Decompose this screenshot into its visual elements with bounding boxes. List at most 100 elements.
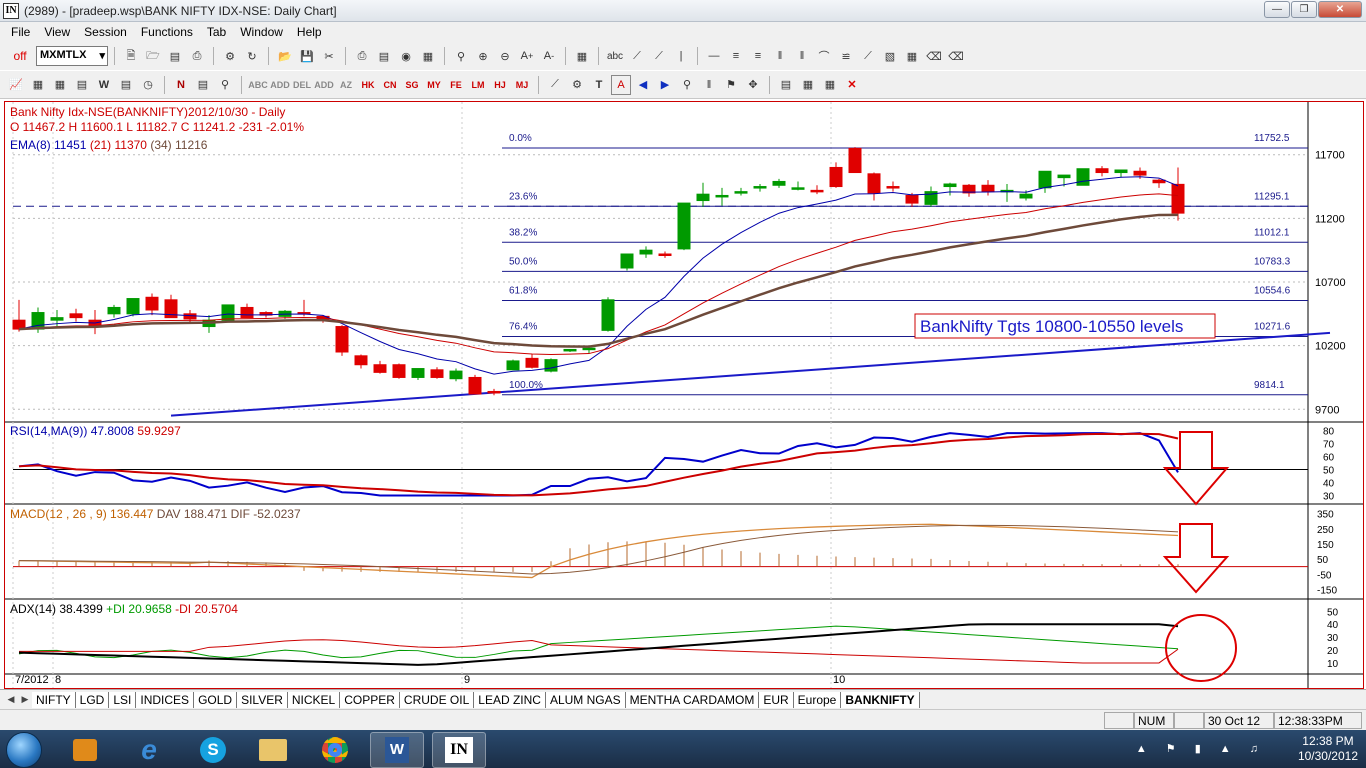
line-chart-icon[interactable]: ⟋ [545,75,565,95]
tab-letter-mj[interactable]: MJ [512,80,532,90]
trend-line-icon[interactable]: ⟋ [858,46,878,66]
calendar-icon[interactable]: ▦ [50,75,70,95]
flag-icon[interactable]: ⚑ [721,75,741,95]
tools-icon[interactable]: ⚙ [220,46,240,66]
tab-letter-az[interactable]: AZ [336,80,356,90]
tab-letter-add[interactable]: ADD [270,80,290,90]
tab-letter-hj[interactable]: HJ [490,80,510,90]
cascade-icon[interactable]: ▦ [820,75,840,95]
print-preview-icon[interactable]: ▤ [374,46,394,66]
gann-icon[interactable]: ▧ [880,46,900,66]
vertical-line-icon[interactable]: | [671,46,691,66]
card-icon[interactable]: ▤ [165,46,185,66]
start-button[interactable] [6,732,42,768]
cycle-lines-icon[interactable]: ‖ [792,46,812,66]
skype-icon[interactable]: S [186,732,240,768]
zoom-in-icon[interactable]: ⊕ [473,46,493,66]
channel-icon[interactable]: ≡ [726,46,746,66]
sheet-tab-copper[interactable]: COPPER [340,691,400,708]
open-icon[interactable]: 📂 [275,46,295,66]
print-icon[interactable]: ⎙ [352,46,372,66]
save-icon[interactable]: 💾 [297,46,317,66]
sheet-tab-crude-oil[interactable]: CRUDE OIL [399,691,475,708]
ray-tool-icon[interactable]: ⟋ [649,46,669,66]
clock[interactable]: 12:38 PM 10/30/2012 [1298,734,1358,764]
new-file-icon[interactable]: 🗎 [121,46,141,66]
sheet-tab-lgd[interactable]: LGD [75,691,110,708]
fib-time-icon[interactable]: ‖ [770,46,790,66]
spreadsheet-icon[interactable]: ▤ [72,75,92,95]
exchange-combo[interactable]: MXMTLX ▾ [36,46,108,66]
a-icon[interactable]: A [611,74,631,95]
candlestick-chart[interactable]: 0.0% 11752.5 23.6% 11295.1 38.2% 11012.1 50.0%… [5,102,1363,688]
layout-icon[interactable]: ▦ [572,46,592,66]
menu-file[interactable]: File [4,25,37,39]
view-icon[interactable]: ◉ [396,46,416,66]
fib-arc-icon[interactable]: ⌒ [814,46,834,66]
horizontal-line-icon[interactable]: — [704,46,724,66]
n-icon[interactable]: N [171,75,191,95]
zoom-out-icon[interactable]: ⊖ [495,46,515,66]
book-icon[interactable]: ▤ [193,75,213,95]
off-button[interactable]: off [6,46,34,66]
minimize-button[interactable]: — [1264,1,1290,18]
window-icon[interactable]: ▤ [776,75,796,95]
sheet-tab-eur[interactable]: EUR [759,691,794,708]
font-bigger-icon[interactable]: A + [517,46,537,66]
sheet-tab-nickel[interactable]: NICKEL [287,691,341,708]
grid-icon[interactable]: ▦ [418,46,438,66]
sheet-tab-lsi[interactable]: LSI [109,691,137,708]
tab-letter-lm[interactable]: LM [468,80,488,90]
arrow-right-icon[interactable]: ▶ [655,75,675,95]
menu-session[interactable]: Session [77,25,134,39]
tab-scroll-right-icon[interactable]: ▶ [18,694,32,705]
investor-app-icon[interactable]: IN [432,732,486,768]
fan-icon[interactable]: ≌ [836,46,856,66]
tab-letter-del[interactable]: DEL [292,80,312,90]
sheet-tab-europe[interactable]: Europe [793,691,842,708]
tab-letter-cn[interactable]: CN [380,80,400,90]
sheet-tab-mentha-cardamom[interactable]: MENTHA CARDAMOM [625,691,760,708]
document-icon[interactable]: ▤ [116,75,136,95]
close-button[interactable]: ✕ [1318,1,1362,18]
sheet-tab-nifty[interactable]: NIFTY [32,691,76,708]
tab-letter-sg[interactable]: SG [402,80,422,90]
fib-retracement-icon[interactable]: ≡ [748,46,768,66]
internet-explorer-icon[interactable]: e [122,732,176,768]
chart-icon[interactable]: 📈 [6,75,26,95]
cut-icon[interactable]: ✂ [319,46,339,66]
tab-scroll-left-icon[interactable]: ◀ [4,694,18,705]
binoculars-icon[interactable]: ⚲ [215,75,235,95]
chrome-icon[interactable] [308,732,362,768]
folder-icon[interactable] [246,732,300,768]
media-player-icon[interactable] [58,732,112,768]
printer-small-icon[interactable]: ⎙ [187,46,207,66]
word-icon[interactable]: W [370,732,424,768]
crosshair-icon[interactable]: ✥ [743,75,763,95]
grid-lines-icon[interactable]: ▦ [902,46,922,66]
menu-functions[interactable]: Functions [134,25,200,39]
line-tool-icon[interactable]: ⟋ [627,46,647,66]
tab-letter-hk[interactable]: HK [358,80,378,90]
menu-help[interactable]: Help [290,25,329,39]
tab-letter-my[interactable]: MY [424,80,444,90]
w-icon[interactable]: W [94,75,114,95]
font-smaller-icon[interactable]: A- [539,46,559,66]
delete-icon[interactable]: ✕ [842,75,862,95]
settings-icon[interactable]: ⚙ [567,75,587,95]
zoom-area-icon[interactable]: ⚲ [677,75,697,95]
text-tool-icon[interactable]: abc [605,46,625,66]
menu-view[interactable]: View [37,25,77,39]
tab-letter-fe[interactable]: FE [446,80,466,90]
maximize-button[interactable]: ❐ [1291,1,1317,18]
indicator-icon[interactable]: ‖ [699,75,719,95]
chart-frame[interactable]: 0.0% 11752.5 23.6% 11295.1 38.2% 11012.1 50.0%… [4,101,1364,689]
table-icon[interactable]: ▦ [28,75,48,95]
tab-letter-add[interactable]: ADD [314,80,334,90]
sheet-tab-gold[interactable]: GOLD [194,691,238,708]
sheet-tab-indices[interactable]: INDICES [136,691,195,708]
clock-icon[interactable]: ◷ [138,75,158,95]
tab-letter-abc[interactable]: ABC [248,80,268,90]
open-folder-icon[interactable]: 🗁 [143,46,163,66]
menu-window[interactable]: Window [233,25,290,39]
